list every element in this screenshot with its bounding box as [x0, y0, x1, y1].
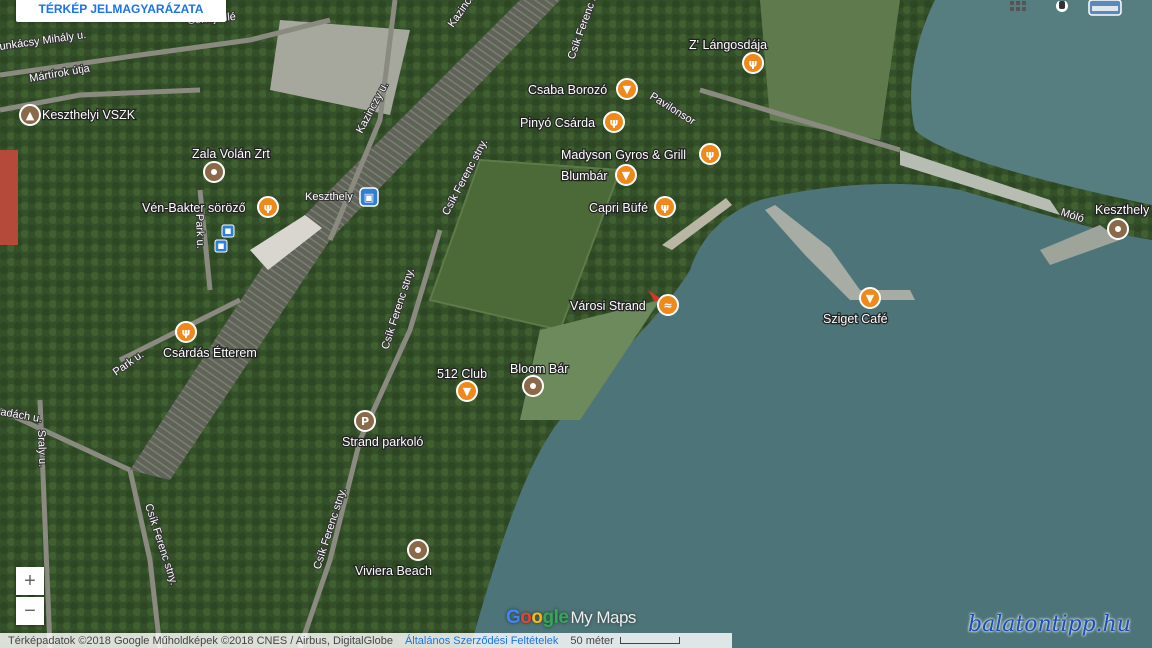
zoom-out-button[interactable]: −: [16, 597, 44, 625]
fork-knife-icon: ψ: [610, 116, 619, 129]
scale-label: 50 méter: [570, 634, 614, 647]
cocktail-icon: ▼: [622, 169, 631, 182]
place-label: Keszthelyi VSZK: [42, 108, 136, 122]
fork-knife-icon: ψ: [182, 326, 191, 339]
google-my-maps-logo: Google My Maps: [506, 607, 636, 628]
fork-knife-icon: ψ: [749, 57, 758, 70]
place-label: Z' Lángosdája: [689, 38, 767, 52]
place-label: 512 Club: [437, 367, 487, 381]
parking-icon: P: [361, 415, 369, 428]
place-label: Madyson Gyros & Grill: [561, 148, 686, 162]
place-label: Capri Büfé: [589, 201, 648, 215]
place-label: Pinyó Csárda: [520, 116, 595, 130]
dot-icon: [415, 547, 421, 553]
street-label: Sraly u.: [35, 430, 48, 468]
bus-icon: ▪: [224, 224, 231, 237]
street-label: Park u.: [193, 214, 206, 249]
map-legend-button[interactable]: TÉRKÉP JELMAGYARÁZATA: [16, 0, 226, 22]
place-label: Zala Volán Zrt: [192, 147, 270, 161]
satellite-map[interactable]: unkácsy Mihály u. Mártírok útja Sonaj al…: [0, 0, 1152, 648]
pegman-icon[interactable]: [1052, 0, 1072, 12]
school-building: [0, 150, 18, 245]
zoom-in-button[interactable]: +: [16, 567, 44, 595]
place-label: Strand parkoló: [342, 435, 423, 449]
cocktail-icon: ▼: [623, 83, 632, 96]
map-attribution-bar: Térképadatok ©2018 Google Műholdképek ©2…: [0, 633, 732, 648]
dot-icon: [530, 383, 536, 389]
minus-icon: −: [24, 599, 36, 622]
fork-knife-icon: ψ: [661, 201, 670, 214]
dot-icon: [211, 169, 217, 175]
map-legend-label: TÉRKÉP JELMAGYARÁZATA: [38, 2, 204, 16]
fork-knife-icon: ψ: [706, 148, 715, 161]
place-label: Keszthely: [305, 191, 353, 203]
park-paths: [760, 0, 900, 140]
place-label: Vén-Bakter söröző: [142, 201, 246, 215]
cocktail-icon: ▼: [463, 385, 472, 398]
site-watermark: balatontipp.hu: [968, 612, 1131, 637]
place-label: Blumbár: [561, 169, 608, 183]
place-label: Városi Strand: [570, 299, 646, 313]
layer-thumbnail-icon[interactable]: [1088, 0, 1122, 16]
place-label: Csárdás Étterem: [163, 345, 257, 360]
place-label: Bloom Bár: [510, 362, 568, 376]
terms-link[interactable]: Általános Szerződési Feltételek: [405, 635, 558, 647]
dot-icon: [1115, 226, 1121, 232]
swimming-icon: ≈: [663, 299, 672, 312]
cocktail-icon: ▼: [866, 292, 875, 305]
train-icon: ▣: [364, 191, 374, 204]
graduation-cap-icon: ▲: [26, 109, 35, 122]
bus-icon: ▪: [217, 239, 224, 252]
grid-icon[interactable]: [1008, 0, 1028, 12]
place-label: Sziget Café: [823, 312, 888, 326]
place-label: Csaba Borozó: [528, 83, 607, 97]
fork-knife-icon: ψ: [264, 201, 273, 214]
scale-bar: [619, 637, 680, 644]
plus-icon: +: [24, 569, 36, 592]
attribution-text: Térképadatok ©2018 Google Műholdképek ©2…: [8, 634, 393, 647]
place-label: Keszthely: [1095, 203, 1150, 217]
place-label: Viviera Beach: [355, 564, 432, 578]
